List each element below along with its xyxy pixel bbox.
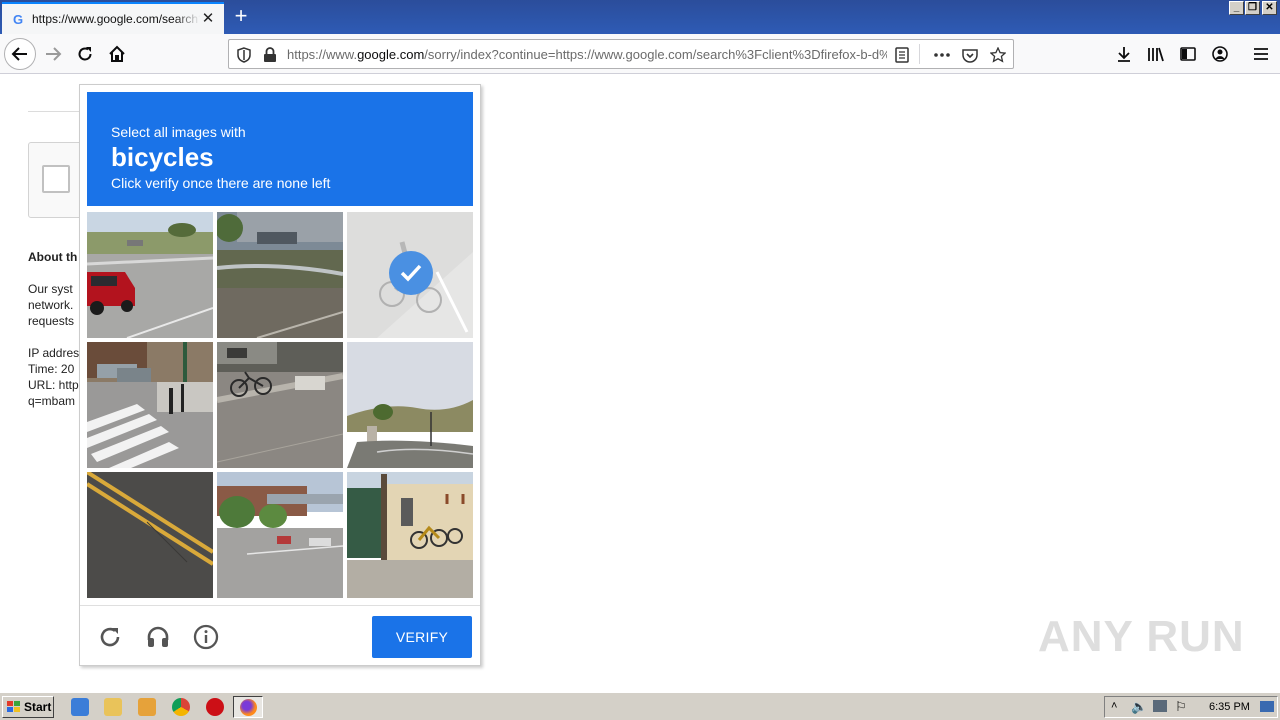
captcha-tile-2[interactable] [217,212,343,338]
downloads-button[interactable] [1108,38,1140,70]
taskbar: Start ˄ 🔈 ⚐ 6:35 PM [0,692,1280,720]
browser-tab[interactable]: G https://www.google.com/search?client=f… [2,2,224,34]
tab-close-icon[interactable]: ✕ [200,11,216,27]
library-button[interactable] [1140,38,1172,70]
sidebar-button[interactable] [1172,38,1204,70]
captcha-footer: VERIFY [80,605,480,666]
reload-challenge-icon[interactable] [96,623,124,651]
navigation-toolbar: https://www.google.com/sorry/index?conti… [0,34,1280,74]
forward-button[interactable] [37,38,69,70]
captcha-challenge: Select all images with bicycles Click ve… [79,84,481,666]
audio-challenge-icon[interactable] [144,623,172,651]
home-button[interactable] [101,38,133,70]
tab-title: https://www.google.com/search?client=fir… [32,12,200,26]
forward-arrow-icon [46,47,62,61]
captcha-tile-8[interactable] [217,472,343,598]
account-icon [1212,46,1228,62]
captcha-tile-5[interactable] [217,342,343,468]
tray-expand-icon[interactable]: ˄ [1111,700,1117,712]
page-actions-icon[interactable] [933,46,951,64]
tile-selected-check-icon [389,251,433,295]
chrome-icon[interactable] [172,698,190,716]
sidebar-icon [1180,47,1196,61]
pocket-icon[interactable] [961,46,979,64]
captcha-instruction: Select all images with [111,124,246,140]
restore-button[interactable]: ❐ [1245,1,1260,15]
captcha-tile-1[interactable] [87,212,213,338]
captcha-tile-3[interactable] [347,212,473,338]
taskbar-clock: 6:35 PM [1209,701,1250,713]
url-divider [919,44,920,64]
recaptcha-checkbox[interactable] [42,165,70,193]
window-close-button[interactable]: ✕ [1262,1,1277,15]
download-icon [1118,47,1130,62]
library-icon [1148,47,1164,62]
captcha-tile-7[interactable] [87,472,213,598]
captcha-tile-4[interactable] [87,342,213,468]
action-center-flag-icon[interactable]: ⚐ [1175,699,1187,715]
menu-button[interactable] [1245,38,1277,70]
system-tray: ˄ 🔈 ⚐ [1104,696,1278,718]
captcha-subtext: Click verify once there are none left [111,175,331,191]
lock-icon[interactable] [261,46,279,64]
captcha-header: Select all images with bicycles Click ve… [87,92,473,206]
captcha-keyword: bicycles [111,142,214,172]
anyrun-watermark: ANY RUN [1038,612,1245,661]
captcha-tile-9[interactable] [347,472,473,598]
back-button[interactable] [4,38,36,70]
reader-view-icon[interactable] [893,46,911,64]
tracking-shield-icon[interactable] [235,46,253,64]
firefox-icon [240,699,257,716]
new-tab-button[interactable]: + [228,4,254,30]
page-info: IP addres Time: 20 URL: http q=mbam [28,346,80,408]
ie-icon[interactable] [71,698,89,716]
tab-strip: G https://www.google.com/search?client=f… [0,0,1280,34]
home-icon [109,45,125,62]
back-arrow-icon [11,47,27,61]
account-button[interactable] [1204,38,1236,70]
start-label: Start [24,700,52,714]
google-favicon-icon: G [12,11,24,27]
windows-logo-icon [7,701,20,712]
bookmark-star-icon[interactable] [989,46,1007,64]
network-icon[interactable] [1153,700,1167,712]
firefox-taskbar-button[interactable] [233,696,263,718]
start-button[interactable]: Start [2,696,54,718]
hamburger-menu-icon [1254,48,1268,60]
reload-icon [78,47,92,61]
volume-icon[interactable]: 🔈 [1131,699,1147,715]
page-heading: About th [28,250,78,264]
verify-button[interactable]: VERIFY [372,616,472,658]
captcha-tile-6[interactable] [347,342,473,468]
opera-icon[interactable] [206,698,224,716]
reload-button[interactable] [69,38,101,70]
url-bar[interactable]: https://www.google.com/sorry/index?conti… [228,39,1014,69]
page-paragraph: Our syst network. requests [28,282,75,328]
url-text: https://www.google.com/sorry/index?conti… [287,47,887,62]
explorer-folder-icon[interactable] [104,698,122,716]
minimize-button[interactable]: _ [1229,1,1244,15]
media-player-icon[interactable] [138,698,156,716]
help-info-icon[interactable] [192,623,220,651]
show-desktop-icon[interactable] [1260,701,1274,712]
